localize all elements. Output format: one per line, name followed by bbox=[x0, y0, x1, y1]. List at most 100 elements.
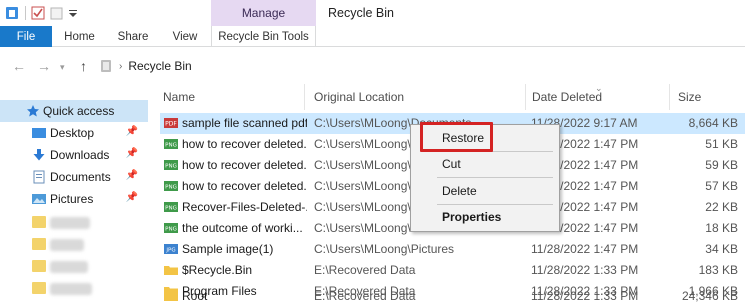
image-file-icon: PNG bbox=[164, 160, 178, 170]
row-name: how to recover deleted... bbox=[182, 158, 307, 172]
svg-text:PNG: PNG bbox=[165, 164, 177, 170]
quick-access-toolbar bbox=[0, 0, 80, 26]
breadcrumb-recycle-bin[interactable]: Recycle Bin bbox=[128, 59, 191, 73]
svg-text:PNG: PNG bbox=[165, 143, 177, 149]
redacted-nav-item[interactable] bbox=[50, 217, 90, 229]
nav-pictures[interactable]: Pictures 📌 bbox=[0, 188, 148, 210]
breadcrumb-separator-icon: › bbox=[119, 60, 123, 72]
folder-icon bbox=[32, 216, 46, 228]
image-file-icon: PNG bbox=[164, 181, 178, 191]
cut-label: Cut bbox=[442, 157, 461, 171]
svg-text:PDF: PDF bbox=[165, 121, 177, 128]
new-folder-icon[interactable] bbox=[50, 6, 64, 20]
tab-recycle-bin-tools[interactable]: Recycle Bin Tools bbox=[211, 26, 316, 47]
properties-menu-item[interactable]: Properties bbox=[411, 206, 559, 228]
nav-documents-label: Documents bbox=[50, 170, 111, 184]
nav-downloads[interactable]: Downloads 📌 bbox=[0, 144, 148, 166]
tab-file[interactable]: File bbox=[0, 26, 52, 47]
window-title: Recycle Bin bbox=[328, 6, 394, 20]
documents-icon bbox=[33, 170, 45, 184]
folder-icon bbox=[32, 238, 46, 250]
table-row[interactable]: JPG Sample image(1) C:\Users\MLoong\Pict… bbox=[160, 239, 745, 260]
column-header-size-label: Size bbox=[678, 90, 702, 104]
pin-icon: 📌 bbox=[125, 126, 138, 137]
row-location: C:\Users\MLoong\Pictures bbox=[314, 242, 455, 256]
row-size: 51 KB bbox=[705, 137, 738, 151]
sort-chevron-icon: ⌄ bbox=[595, 83, 603, 93]
nav-quick-access-label: Quick access bbox=[43, 104, 115, 118]
svg-text:PNG: PNG bbox=[165, 185, 177, 191]
folder-icon bbox=[164, 266, 178, 275]
customize-toolbar-icon[interactable] bbox=[66, 6, 80, 20]
row-name: how to recover deleted... bbox=[182, 179, 307, 193]
breadcrumb[interactable]: › Recycle Bin bbox=[99, 57, 192, 75]
row-name: the outcome of worki... bbox=[182, 221, 303, 235]
column-header-size[interactable]: Size bbox=[665, 84, 745, 110]
row-size: 57 KB bbox=[705, 179, 738, 193]
cut-menu-item[interactable]: Cut bbox=[411, 153, 559, 175]
nav-pictures-label: Pictures bbox=[50, 192, 94, 206]
row-date: 11/28/2022 1:33 PM bbox=[531, 263, 639, 277]
nav-downloads-label: Downloads bbox=[50, 148, 110, 162]
pin-icon: 📌 bbox=[125, 148, 138, 159]
navigation-pane: Quick access Desktop 📌 Downloads 📌 Docum… bbox=[0, 96, 150, 304]
star-icon bbox=[27, 105, 39, 117]
forward-arrow-icon[interactable]: → bbox=[37, 58, 51, 74]
column-header-name[interactable]: Name bbox=[150, 84, 301, 110]
delete-label: Delete bbox=[442, 184, 477, 198]
row-size: 183 KB bbox=[698, 263, 738, 277]
row-size: 8,664 KB bbox=[688, 116, 738, 130]
folder-icon bbox=[32, 282, 46, 294]
row-name: sample file scanned pdf bbox=[182, 116, 307, 130]
column-header-location-label: Original Location bbox=[314, 90, 405, 104]
column-header-name-label: Name bbox=[163, 90, 196, 104]
row-name: $Recycle.Bin bbox=[182, 263, 253, 277]
svg-text:JPG: JPG bbox=[165, 248, 175, 254]
nav-quick-access[interactable]: Quick access bbox=[0, 100, 148, 122]
jpg-file-icon: JPG bbox=[164, 244, 178, 254]
download-arrow-icon bbox=[33, 149, 45, 161]
tab-view[interactable]: View bbox=[159, 26, 211, 47]
row-size: 59 KB bbox=[705, 158, 738, 172]
folder-icon bbox=[32, 260, 46, 272]
redacted-nav-item[interactable] bbox=[50, 239, 84, 251]
table-row[interactable]: $Recycle.Bin E:\Recovered Data 11/28/202… bbox=[160, 260, 745, 281]
row-name: how to recover deleted... bbox=[182, 137, 307, 151]
image-file-icon: PNG bbox=[164, 223, 178, 233]
back-arrow-icon[interactable]: ← bbox=[12, 58, 26, 74]
pin-icon: 📌 bbox=[125, 170, 138, 181]
redacted-nav-item[interactable] bbox=[50, 261, 88, 273]
up-arrow-icon[interactable]: ↑ bbox=[80, 58, 87, 74]
tab-share[interactable]: Share bbox=[107, 26, 159, 47]
row-size: 18 KB bbox=[705, 221, 738, 235]
image-file-icon: PNG bbox=[164, 139, 178, 149]
row-location: E:\Recovered Data bbox=[314, 289, 416, 303]
recycle-bin-icon[interactable] bbox=[5, 6, 19, 20]
delete-menu-item[interactable]: Delete bbox=[411, 180, 559, 202]
desktop-icon bbox=[32, 128, 46, 138]
row-location: E:\Recovered Data bbox=[314, 263, 416, 277]
row-date: 11/28/2022 1:33 PM bbox=[531, 289, 639, 303]
image-file-icon: PNG bbox=[164, 202, 178, 212]
redacted-nav-item[interactable] bbox=[50, 283, 92, 295]
properties-check-icon[interactable] bbox=[31, 6, 45, 20]
nav-desktop[interactable]: Desktop 📌 bbox=[0, 122, 148, 144]
row-size: 24,346 KB bbox=[681, 289, 738, 303]
row-name: Root bbox=[182, 289, 208, 303]
column-header-original-location[interactable]: Original Location bbox=[301, 84, 523, 110]
ribbon-tabs: File Home Share View Recycle Bin Tools bbox=[0, 26, 745, 47]
tab-home[interactable]: Home bbox=[52, 26, 107, 47]
svg-text:PNG: PNG bbox=[165, 206, 177, 212]
svg-text:PNG: PNG bbox=[165, 227, 177, 233]
properties-label: Properties bbox=[442, 210, 502, 224]
recycle-bin-small-icon bbox=[101, 60, 111, 72]
recent-locations-chevron-icon[interactable]: ▾ bbox=[60, 62, 65, 73]
table-row[interactable]: Root E:\Recovered Data 11/28/2022 1:33 P… bbox=[160, 286, 745, 304]
pdf-file-icon: PDF bbox=[164, 118, 178, 128]
pin-icon: 📌 bbox=[125, 192, 138, 203]
column-header-date-label: Date Deleted bbox=[532, 90, 603, 104]
row-name: Recover-Files-Deleted-... bbox=[182, 200, 307, 214]
manage-context-tab[interactable]: Manage bbox=[211, 0, 316, 26]
nav-documents[interactable]: Documents 📌 bbox=[0, 166, 148, 188]
row-name: Sample image(1) bbox=[182, 242, 274, 256]
